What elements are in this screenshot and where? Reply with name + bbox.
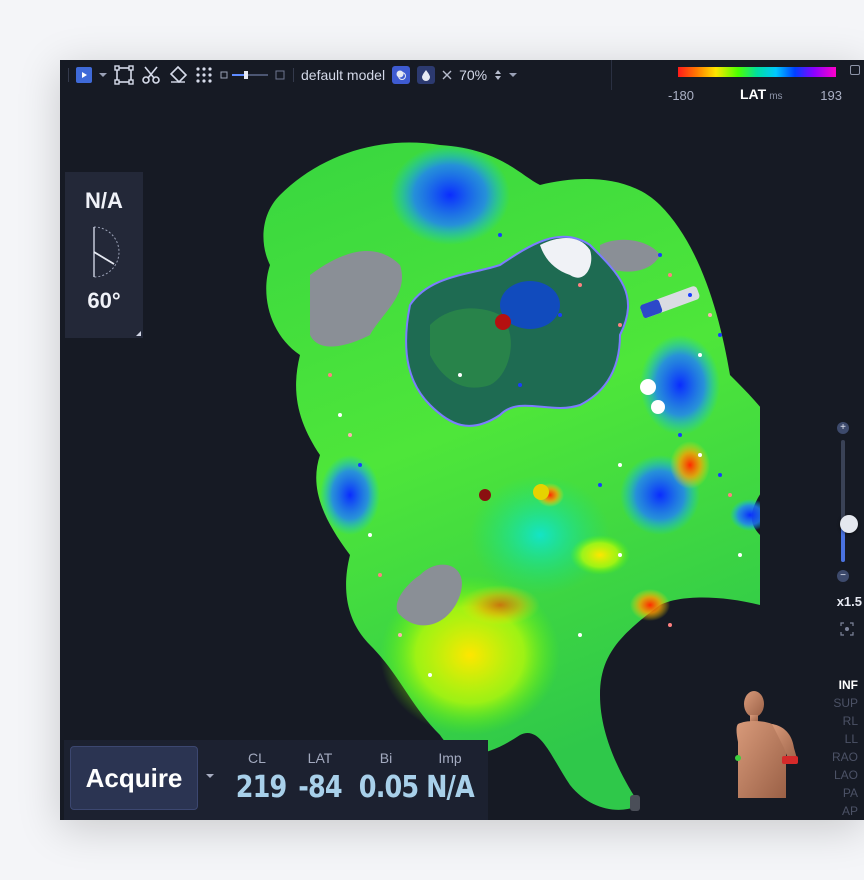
catheter-sheath [630,795,640,811]
view-item-sup[interactable]: SUP [832,694,858,712]
metric-label: Bi [379,750,393,766]
zoom-track[interactable] [840,440,858,562]
toolbar: default model 70% [60,60,612,90]
layers-icon[interactable] [392,66,411,84]
lat-color-scale: -180 LAT ms 193 [664,60,864,106]
zoom-percent[interactable]: 70% [459,67,487,83]
zoom-in-button[interactable]: + [837,422,849,434]
view-item-rao[interactable]: RAO [832,748,858,766]
view-orientation-list: INF SUP RL LL RAO LAO PA AP [832,676,858,820]
cardiac-3d-map[interactable] [200,135,760,815]
activation-region [390,145,510,245]
acquire-panel: Acquire CL 219 LAT -84 Bi 0.05 Imp N/A [64,740,488,820]
activation-region [630,589,670,621]
slider-icon[interactable] [220,69,286,81]
metric-label: CL [248,750,266,766]
lat-max-value: 193 [820,88,842,103]
fit-icon[interactable] [442,70,452,80]
angle-dial-icon [93,226,120,278]
metric-label: LAT [307,750,333,766]
zoom-level: x1.5 [836,594,862,609]
toolbar-divider [293,68,294,82]
lat-label-text: LAT [740,86,767,102]
ablation-tag[interactable] [495,314,511,330]
location-tag[interactable] [651,400,665,414]
mapping-viewport: default model 70% -180 LAT ms 193 N/A 60… [60,60,864,820]
spinner-icon[interactable] [494,69,502,81]
metric-value: 0.05 [358,770,419,805]
lat-min-value: -180 [668,88,695,103]
zoom-out-button[interactable]: − [837,570,849,582]
acquire-dropdown-icon[interactable] [206,774,214,778]
metric-value: N/A [426,770,475,805]
panel-resize-icon[interactable] [136,331,141,336]
angle-top-value: N/A [85,188,123,213]
metric-lat: LAT -84 [292,750,348,805]
view-item-pa[interactable]: PA [832,784,858,802]
patient-orientation-figure[interactable] [732,688,802,804]
metric-value: -84 [298,770,342,805]
opacity-icon[interactable] [417,66,436,84]
view-item-ap[interactable]: AP [832,802,858,820]
lat-label: LAT ms [740,86,783,102]
activation-region [670,441,710,489]
metric-bi: Bi 0.05 [354,750,419,805]
model-name[interactable]: default model [301,67,385,83]
angle-panel: N/A 60° [65,172,143,338]
lat-unit: ms [769,91,783,102]
activation-region [460,585,540,625]
view-item-ll[interactable]: LL [832,730,858,748]
metric-cl: CL 219 [232,750,288,805]
metric-imp: Imp N/A [420,750,480,805]
lat-gradient-bar [678,67,836,77]
grid-dots-icon[interactable] [195,66,213,84]
recenter-icon[interactable] [840,622,854,636]
angle-bottom-value: 60° [87,288,121,313]
metric-label: Imp [438,750,462,766]
play-button[interactable] [76,67,92,83]
location-tag[interactable] [640,379,656,395]
zoom-knob[interactable] [840,514,858,533]
view-item-rl[interactable]: RL [832,712,858,730]
scissors-icon[interactable] [141,65,161,85]
ablation-tag[interactable] [479,489,491,501]
toolbar-divider [68,68,69,82]
metric-value: 219 [235,770,288,805]
view-item-lao[interactable]: LAO [832,766,858,784]
location-tag[interactable] [533,484,549,500]
eraser-icon[interactable] [168,65,188,85]
play-icon [82,72,87,78]
chevron-down-icon[interactable] [99,72,107,78]
select-box-icon[interactable] [114,65,134,85]
chevron-down-icon[interactable] [509,72,518,78]
acquire-button[interactable]: Acquire [70,746,198,810]
scale-settings-icon[interactable] [850,65,860,75]
view-item-inf[interactable]: INF [832,676,858,694]
activation-region [320,455,380,535]
